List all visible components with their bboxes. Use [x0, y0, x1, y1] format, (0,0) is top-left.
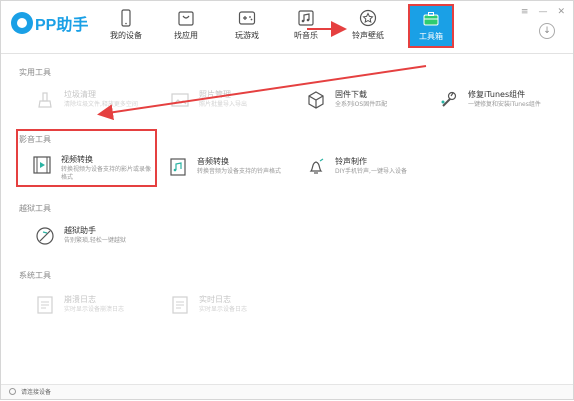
- app-window: PP助手 我的设备 找应用 玩游戏 听音乐 铃声壁纸 工具箱 ≡ — ✕ ↓ 实…: [0, 0, 574, 400]
- annotation-arrows: [97, 21, 427, 121]
- arrow-to-video-convert: [97, 65, 427, 121]
